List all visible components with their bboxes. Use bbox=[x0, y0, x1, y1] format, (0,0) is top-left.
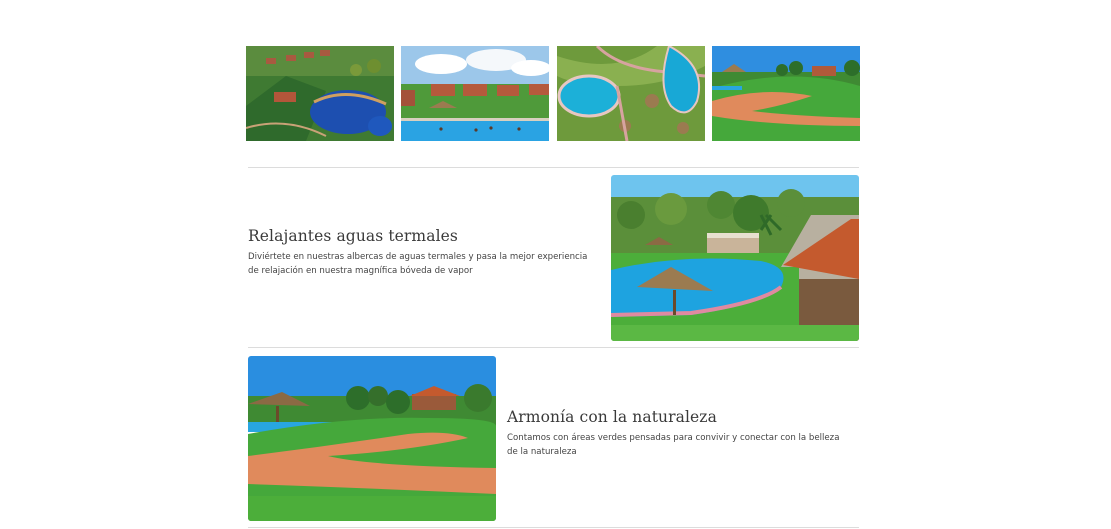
gallery-photo-aerial-pools[interactable] bbox=[557, 46, 705, 141]
gallery-photo-aerial-resort[interactable] bbox=[246, 46, 394, 141]
feature-nature: Armonía con la naturaleza Contamos con á… bbox=[507, 408, 852, 459]
section-divider bbox=[248, 167, 859, 168]
feature-thermal-waters: Relajantes aguas termales Diviértete en … bbox=[248, 227, 588, 278]
photo-gallery bbox=[246, 46, 861, 141]
gallery-photo-garden-path[interactable] bbox=[712, 46, 860, 141]
nature-garden-photo bbox=[248, 356, 496, 521]
section-divider bbox=[248, 347, 859, 348]
thermal-pool-photo bbox=[611, 175, 859, 341]
feature-description: Contamos con áreas verdes pensadas para … bbox=[507, 433, 840, 457]
feature-description: Diviértete en nuestras albercas de aguas… bbox=[248, 252, 588, 276]
gallery-photo-pool-bungalows[interactable] bbox=[401, 46, 549, 141]
feature-title: Relajantes aguas termales bbox=[248, 227, 458, 245]
feature-title: Armonía con la naturaleza bbox=[507, 408, 717, 426]
section-divider bbox=[248, 527, 859, 528]
